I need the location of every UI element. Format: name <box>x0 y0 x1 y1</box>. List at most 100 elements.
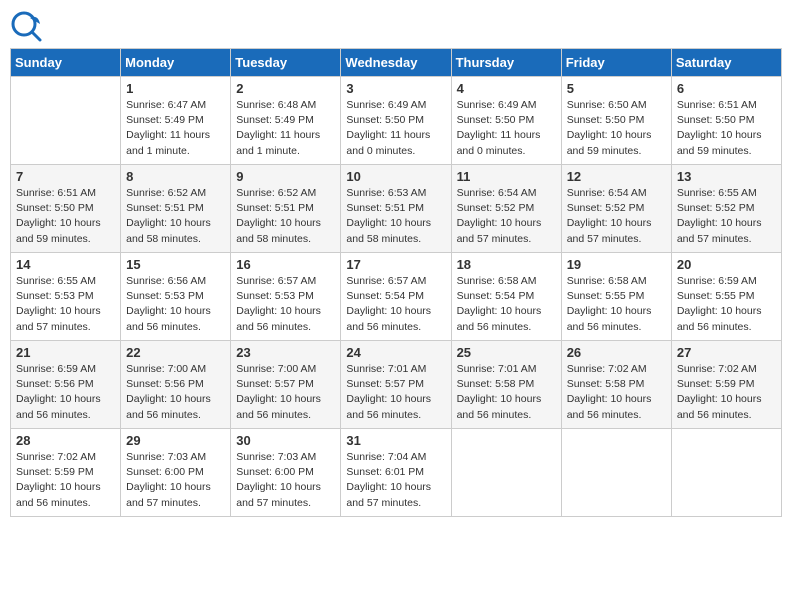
day-info: Sunrise: 6:58 AM Sunset: 5:55 PM Dayligh… <box>567 274 666 335</box>
day-info: Sunrise: 7:03 AM Sunset: 6:00 PM Dayligh… <box>126 450 225 511</box>
day-info: Sunrise: 6:57 AM Sunset: 5:54 PM Dayligh… <box>346 274 445 335</box>
day-info: Sunrise: 6:53 AM Sunset: 5:51 PM Dayligh… <box>346 186 445 247</box>
day-info: Sunrise: 6:49 AM Sunset: 5:50 PM Dayligh… <box>457 98 556 159</box>
day-info: Sunrise: 6:47 AM Sunset: 5:49 PM Dayligh… <box>126 98 225 159</box>
day-number: 27 <box>677 345 776 360</box>
day-number: 30 <box>236 433 335 448</box>
logo <box>10 10 46 42</box>
calendar-cell: 7 Sunrise: 6:51 AM Sunset: 5:50 PM Daylig… <box>11 165 121 253</box>
day-info: Sunrise: 6:59 AM Sunset: 5:56 PM Dayligh… <box>16 362 115 423</box>
day-number: 24 <box>346 345 445 360</box>
weekday-header-tuesday: Tuesday <box>231 49 341 77</box>
day-number: 19 <box>567 257 666 272</box>
day-number: 28 <box>16 433 115 448</box>
weekday-header-saturday: Saturday <box>671 49 781 77</box>
day-number: 26 <box>567 345 666 360</box>
calendar-cell: 1 Sunrise: 6:47 AM Sunset: 5:49 PM Daylig… <box>121 77 231 165</box>
calendar-cell: 2 Sunrise: 6:48 AM Sunset: 5:49 PM Daylig… <box>231 77 341 165</box>
day-number: 4 <box>457 81 556 96</box>
calendar-cell: 13 Sunrise: 6:55 AM Sunset: 5:52 PM Dayli… <box>671 165 781 253</box>
day-number: 9 <box>236 169 335 184</box>
calendar-cell: 20Sunrise: 6:59 AM Sunset: 5:55 PM Dayli… <box>671 253 781 341</box>
day-info: Sunrise: 6:54 AM Sunset: 5:52 PM Dayligh… <box>457 186 556 247</box>
day-info: Sunrise: 6:52 AM Sunset: 5:51 PM Dayligh… <box>236 186 335 247</box>
day-number: 5 <box>567 81 666 96</box>
day-number: 7 <box>16 169 115 184</box>
day-info: Sunrise: 6:50 AM Sunset: 5:50 PM Dayligh… <box>567 98 666 159</box>
day-info: Sunrise: 6:56 AM Sunset: 5:53 PM Dayligh… <box>126 274 225 335</box>
calendar-cell: 8Sunrise: 6:52 AM Sunset: 5:51 PM Daylig… <box>121 165 231 253</box>
calendar-cell: 16 Sunrise: 6:57 AM Sunset: 5:53 PM Dayli… <box>231 253 341 341</box>
day-number: 3 <box>346 81 445 96</box>
calendar-cell: 3 Sunrise: 6:49 AM Sunset: 5:50 PM Daylig… <box>341 77 451 165</box>
weekday-header-thursday: Thursday <box>451 49 561 77</box>
day-info: Sunrise: 6:55 AM Sunset: 5:53 PM Dayligh… <box>16 274 115 335</box>
day-number: 2 <box>236 81 335 96</box>
day-info: Sunrise: 7:01 AM Sunset: 5:57 PM Dayligh… <box>346 362 445 423</box>
calendar-cell: 21 Sunrise: 6:59 AM Sunset: 5:56 PM Dayli… <box>11 341 121 429</box>
day-info: Sunrise: 7:00 AM Sunset: 5:57 PM Dayligh… <box>236 362 335 423</box>
calendar-cell: 12 Sunrise: 6:54 AM Sunset: 5:52 PM Dayli… <box>561 165 671 253</box>
day-number: 13 <box>677 169 776 184</box>
weekday-header-sunday: Sunday <box>11 49 121 77</box>
day-number: 15 <box>126 257 225 272</box>
day-number: 17 <box>346 257 445 272</box>
day-info: Sunrise: 6:54 AM Sunset: 5:52 PM Dayligh… <box>567 186 666 247</box>
day-number: 21 <box>16 345 115 360</box>
day-info: Sunrise: 6:59 AM Sunset: 5:55 PM Dayligh… <box>677 274 776 335</box>
calendar-cell: 29 Sunrise: 7:03 AM Sunset: 6:00 PM Dayli… <box>121 429 231 517</box>
day-info: Sunrise: 6:48 AM Sunset: 5:49 PM Dayligh… <box>236 98 335 159</box>
calendar-cell: 22 Sunrise: 7:00 AM Sunset: 5:56 PM Dayli… <box>121 341 231 429</box>
day-info: Sunrise: 7:01 AM Sunset: 5:58 PM Dayligh… <box>457 362 556 423</box>
calendar-cell: 27 Sunrise: 7:02 AM Sunset: 5:59 PM Dayli… <box>671 341 781 429</box>
day-number: 6 <box>677 81 776 96</box>
day-number: 18 <box>457 257 556 272</box>
calendar-cell <box>561 429 671 517</box>
day-number: 29 <box>126 433 225 448</box>
day-info: Sunrise: 6:51 AM Sunset: 5:50 PM Dayligh… <box>677 98 776 159</box>
calendar-table: SundayMondayTuesdayWednesdayThursdayFrid… <box>10 48 782 517</box>
day-number: 16 <box>236 257 335 272</box>
day-info: Sunrise: 6:51 AM Sunset: 5:50 PM Dayligh… <box>16 186 115 247</box>
calendar-cell: 30 Sunrise: 7:03 AM Sunset: 6:00 PM Dayli… <box>231 429 341 517</box>
day-number: 25 <box>457 345 556 360</box>
calendar-cell: 25 Sunrise: 7:01 AM Sunset: 5:58 PM Dayli… <box>451 341 561 429</box>
day-info: Sunrise: 6:58 AM Sunset: 5:54 PM Dayligh… <box>457 274 556 335</box>
calendar-cell: 5 Sunrise: 6:50 AM Sunset: 5:50 PM Daylig… <box>561 77 671 165</box>
calendar-cell: 24 Sunrise: 7:01 AM Sunset: 5:57 PM Dayli… <box>341 341 451 429</box>
day-info: Sunrise: 7:02 AM Sunset: 5:58 PM Dayligh… <box>567 362 666 423</box>
day-info: Sunrise: 6:49 AM Sunset: 5:50 PM Dayligh… <box>346 98 445 159</box>
day-info: Sunrise: 6:57 AM Sunset: 5:53 PM Dayligh… <box>236 274 335 335</box>
day-info: Sunrise: 7:00 AM Sunset: 5:56 PM Dayligh… <box>126 362 225 423</box>
calendar-cell: 31Sunrise: 7:04 AM Sunset: 6:01 PM Dayli… <box>341 429 451 517</box>
logo-icon <box>10 10 42 42</box>
day-number: 11 <box>457 169 556 184</box>
calendar-cell: 6 Sunrise: 6:51 AM Sunset: 5:50 PM Daylig… <box>671 77 781 165</box>
weekday-header-wednesday: Wednesday <box>341 49 451 77</box>
calendar-cell: 15 Sunrise: 6:56 AM Sunset: 5:53 PM Dayli… <box>121 253 231 341</box>
calendar-cell: 4 Sunrise: 6:49 AM Sunset: 5:50 PM Daylig… <box>451 77 561 165</box>
calendar-cell <box>451 429 561 517</box>
calendar-cell: 11 Sunrise: 6:54 AM Sunset: 5:52 PM Dayli… <box>451 165 561 253</box>
day-number: 14 <box>16 257 115 272</box>
weekday-header-monday: Monday <box>121 49 231 77</box>
calendar-cell: 19 Sunrise: 6:58 AM Sunset: 5:55 PM Dayli… <box>561 253 671 341</box>
calendar-cell: 17 Sunrise: 6:57 AM Sunset: 5:54 PM Dayli… <box>341 253 451 341</box>
calendar-cell: 14 Sunrise: 6:55 AM Sunset: 5:53 PM Dayli… <box>11 253 121 341</box>
day-number: 1 <box>126 81 225 96</box>
day-info: Sunrise: 6:55 AM Sunset: 5:52 PM Dayligh… <box>677 186 776 247</box>
page-header <box>10 10 782 42</box>
calendar-cell: 28 Sunrise: 7:02 AM Sunset: 5:59 PM Dayli… <box>11 429 121 517</box>
day-info: Sunrise: 7:02 AM Sunset: 5:59 PM Dayligh… <box>16 450 115 511</box>
day-number: 31 <box>346 433 445 448</box>
calendar-cell: 18 Sunrise: 6:58 AM Sunset: 5:54 PM Dayli… <box>451 253 561 341</box>
calendar-cell: 10Sunrise: 6:53 AM Sunset: 5:51 PM Dayli… <box>341 165 451 253</box>
calendar-cell <box>11 77 121 165</box>
day-number: 22 <box>126 345 225 360</box>
day-number: 8 <box>126 169 225 184</box>
weekday-header-friday: Friday <box>561 49 671 77</box>
day-info: Sunrise: 7:03 AM Sunset: 6:00 PM Dayligh… <box>236 450 335 511</box>
calendar-cell: 26 Sunrise: 7:02 AM Sunset: 5:58 PM Dayli… <box>561 341 671 429</box>
day-info: Sunrise: 7:02 AM Sunset: 5:59 PM Dayligh… <box>677 362 776 423</box>
day-number: 12 <box>567 169 666 184</box>
